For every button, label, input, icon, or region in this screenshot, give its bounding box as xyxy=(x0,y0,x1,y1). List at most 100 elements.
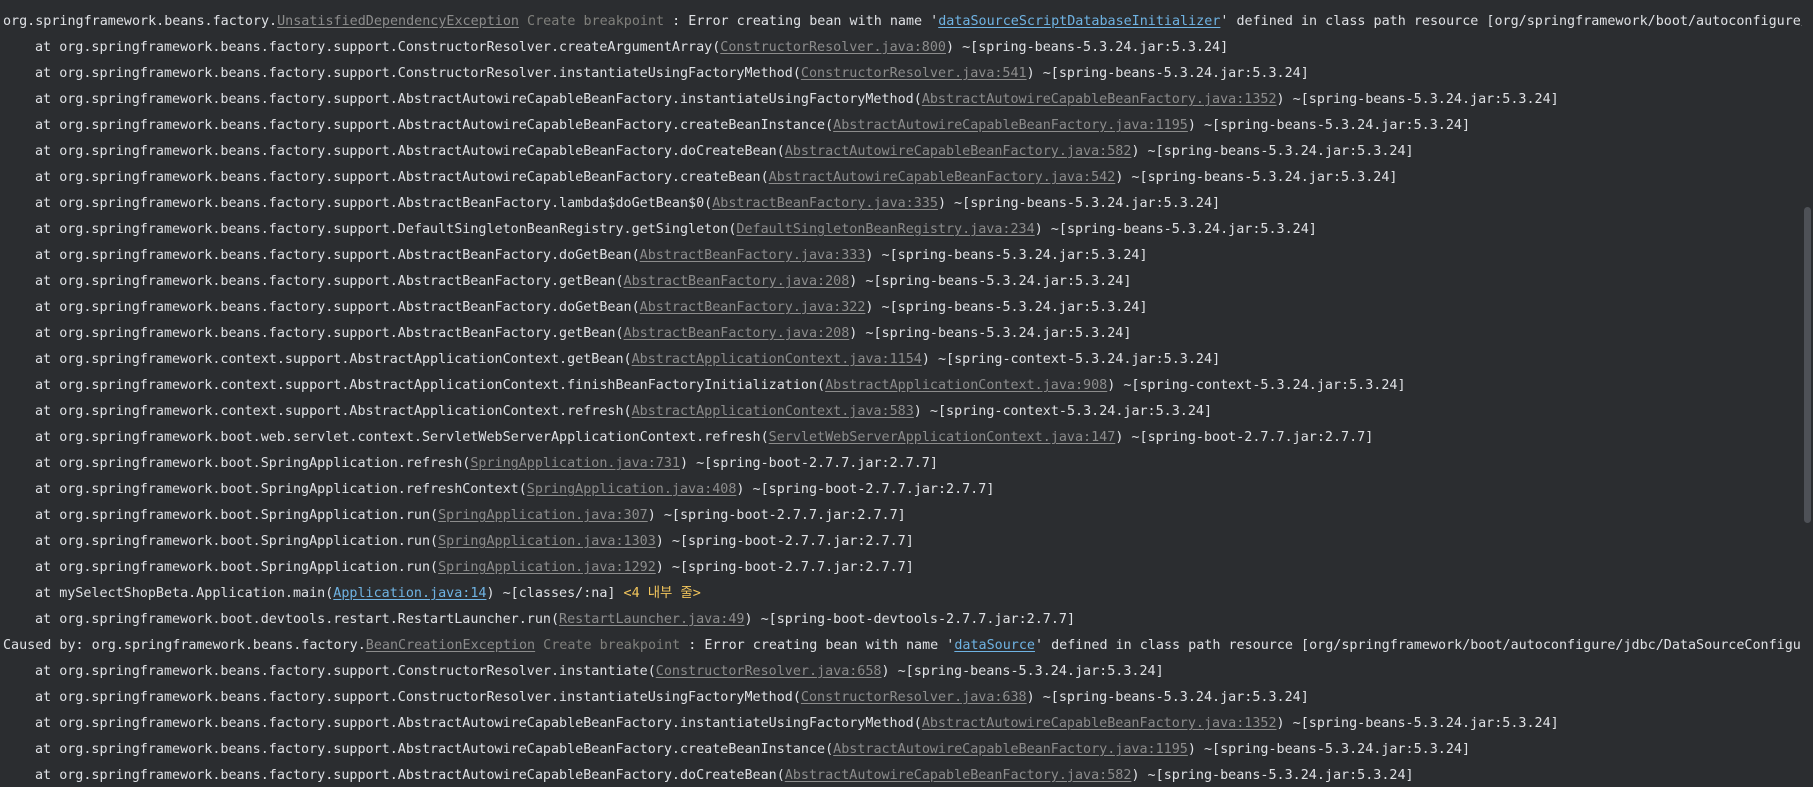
stack-frame-line: at org.springframework.beans.factory.sup… xyxy=(0,220,1802,246)
collapsed-frames-toggle[interactable]: <4 내부 줄> xyxy=(624,586,701,601)
paren-open: ( xyxy=(776,144,785,159)
scrollbar-thumb[interactable] xyxy=(1804,207,1811,523)
source-link[interactable]: AbstractBeanFactory.java:335 xyxy=(712,196,938,211)
source-link[interactable]: Application.java:14 xyxy=(333,586,486,601)
caused-by-prefix: Caused by: org.springframework.beans.fac… xyxy=(3,638,366,653)
jar-prefix: ) ~[ xyxy=(921,352,955,367)
jar-prefix: ) ~[ xyxy=(1107,378,1140,393)
frame-at-keyword: at xyxy=(35,664,60,679)
source-link[interactable]: DefaultSingletonBeanRegistry.java:234 xyxy=(736,222,1034,237)
paren-open: ( xyxy=(623,404,632,419)
jar-name: spring-beans-5.3.24.jar:5.3.24 xyxy=(1147,170,1390,185)
source-link[interactable]: AbstractAutowireCapableBeanFactory.java:… xyxy=(922,716,1277,731)
jar-name: spring-beans-5.3.24.jar:5.3.24 xyxy=(1220,742,1462,757)
frame-at-keyword: at xyxy=(35,248,60,263)
frame-at-keyword: at xyxy=(35,66,60,81)
bracket-close: ] xyxy=(1405,144,1414,159)
source-link[interactable]: AbstractAutowireCapableBeanFactory.java:… xyxy=(922,92,1277,107)
source-link[interactable]: SpringApplication.java:1303 xyxy=(438,534,656,549)
vertical-scrollbar[interactable] xyxy=(1802,0,1813,787)
frame-method: org.springframework.beans.factory.suppor… xyxy=(59,92,914,107)
jar-prefix: ) ~[ xyxy=(736,482,769,497)
source-link[interactable]: AbstractAutowireCapableBeanFactory.java:… xyxy=(833,742,1188,757)
source-link[interactable]: AbstractAutowireCapableBeanFactory.java:… xyxy=(769,170,1116,185)
source-link[interactable]: AbstractBeanFactory.java:333 xyxy=(640,248,866,263)
jar-prefix: ) ~[ xyxy=(865,300,898,315)
frame-method: org.springframework.beans.factory.suppor… xyxy=(59,742,826,757)
jar-prefix: ) ~[ xyxy=(1131,144,1164,159)
jar-prefix: ) ~[ xyxy=(1034,222,1067,237)
frame-at-keyword: at xyxy=(35,404,60,419)
frame-at-keyword: at xyxy=(35,456,60,471)
stack-frame-line: at org.springframework.boot.SpringApplic… xyxy=(0,454,1802,480)
frame-at-keyword: at xyxy=(35,586,60,601)
frame-at-keyword: at xyxy=(35,742,60,757)
source-link[interactable]: AbstractApplicationContext.java:1154 xyxy=(632,352,922,367)
frame-at-keyword: at xyxy=(35,40,60,55)
jar-name: spring-beans-5.3.24.jar:5.3.24 xyxy=(1163,144,1406,159)
jar-name: spring-beans-5.3.24.jar:5.3.24 xyxy=(1308,92,1551,107)
create-breakpoint-link[interactable]: Create breakpoint xyxy=(543,638,680,653)
jar-prefix: ) ~[ xyxy=(1026,66,1059,81)
jar-prefix: ) ~[ xyxy=(655,560,689,575)
frame-at-keyword: at xyxy=(35,560,60,575)
source-link[interactable]: SpringApplication.java:408 xyxy=(527,482,737,497)
source-link[interactable]: AbstractBeanFactory.java:208 xyxy=(624,274,850,289)
frame-method: org.springframework.beans.factory.suppor… xyxy=(59,274,616,289)
create-breakpoint-link[interactable]: Create breakpoint xyxy=(527,14,664,29)
frame-at-keyword: at xyxy=(35,326,60,341)
jar-prefix: ) ~[ xyxy=(849,274,882,289)
jar-prefix: ) ~[ xyxy=(679,456,713,471)
exception-class-link[interactable]: BeanCreationException xyxy=(366,638,535,653)
source-link[interactable]: ConstructorResolver.java:638 xyxy=(801,690,1027,705)
frame-method: org.springframework.beans.factory.suppor… xyxy=(59,326,616,341)
source-link[interactable]: AbstractApplicationContext.java:908 xyxy=(825,378,1107,393)
source-link[interactable]: AbstractBeanFactory.java:208 xyxy=(624,326,850,341)
frame-method: org.springframework.context.support.Abst… xyxy=(59,378,818,393)
jar-name: spring-beans-5.3.24.jar:5.3.24 xyxy=(913,664,1156,679)
stack-frame-line: at org.springframework.beans.factory.sup… xyxy=(0,90,1802,116)
jar-prefix: ) ~[ xyxy=(946,40,979,55)
caused-by-header: Caused by: org.springframework.beans.fac… xyxy=(0,636,1802,662)
paren-open: ( xyxy=(430,534,439,549)
source-link[interactable]: AbstractBeanFactory.java:322 xyxy=(640,300,866,315)
bracket-close: ] xyxy=(1397,378,1406,393)
jar-prefix: ) ~[ xyxy=(1115,170,1148,185)
jar-name: spring-beans-5.3.24.jar:5.3.24 xyxy=(978,40,1221,55)
source-link[interactable]: SpringApplication.java:1292 xyxy=(438,560,656,575)
jar-name: spring-beans-5.3.24.jar:5.3.24 xyxy=(897,248,1140,263)
paren-open: ( xyxy=(615,274,624,289)
jar-prefix: ) ~[ xyxy=(937,196,971,211)
jar-name: spring-beans-5.3.24.jar:5.3.24 xyxy=(1066,222,1309,237)
paren-open: ( xyxy=(647,664,656,679)
stack-frame-line: at org.springframework.boot.devtools.res… xyxy=(0,610,1802,636)
bracket-close: ] xyxy=(1300,690,1309,705)
source-link[interactable]: AbstractAutowireCapableBeanFactory.java:… xyxy=(785,768,1132,783)
bean-name-link[interactable]: dataSource xyxy=(954,638,1035,653)
bean-name-link[interactable]: dataSourceScriptDatabaseInitializer xyxy=(938,14,1220,29)
frame-method: org.springframework.context.support.Abst… xyxy=(59,404,624,419)
jar-name: spring-beans-5.3.24.jar:5.3.24 xyxy=(1163,768,1406,783)
jar-prefix: ) ~[ xyxy=(913,404,947,419)
source-link[interactable]: SpringApplication.java:731 xyxy=(470,456,680,471)
source-link[interactable]: RestartLauncher.java:49 xyxy=(559,612,744,627)
source-link[interactable]: AbstractAutowireCapableBeanFactory.java:… xyxy=(833,118,1188,133)
source-link[interactable]: SpringApplication.java:307 xyxy=(438,508,648,523)
frame-method: org.springframework.beans.factory.suppor… xyxy=(59,248,632,263)
exception-class-link[interactable]: UnsatisfiedDependencyException xyxy=(277,14,519,29)
source-link[interactable]: AbstractApplicationContext.java:583 xyxy=(632,404,914,419)
source-link[interactable]: ConstructorResolver.java:800 xyxy=(720,40,946,55)
source-link[interactable]: ConstructorResolver.java:541 xyxy=(801,66,1027,81)
frame-method: org.springframework.boot.devtools.restar… xyxy=(59,612,551,627)
source-link[interactable]: AbstractAutowireCapableBeanFactory.java:… xyxy=(785,144,1132,159)
jar-prefix: ) ~[ xyxy=(486,586,519,601)
source-link[interactable]: ServletWebServerApplicationContext.java:… xyxy=(769,430,1116,445)
jar-name: spring-beans-5.3.24.jar:5.3.24 xyxy=(897,300,1140,315)
source-link[interactable]: ConstructorResolver.java:658 xyxy=(656,664,882,679)
frame-method: org.springframework.boot.SpringApplicati… xyxy=(59,560,431,575)
bracket-close: ] xyxy=(1300,66,1309,81)
bracket-close: ] xyxy=(1212,196,1221,211)
stack-frame-line: at org.springframework.beans.factory.sup… xyxy=(0,324,1802,350)
frame-method: org.springframework.beans.factory.suppor… xyxy=(59,144,777,159)
